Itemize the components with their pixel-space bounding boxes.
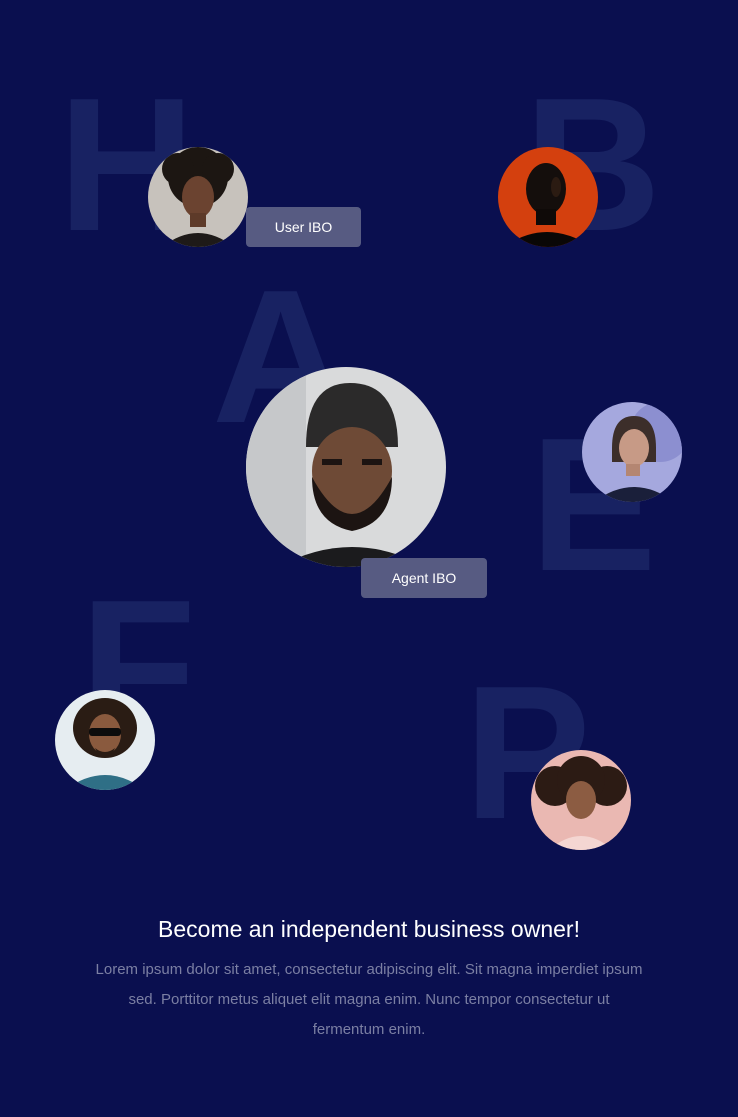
avatar-person-orange[interactable]: [498, 147, 598, 247]
avatar-user-ibo[interactable]: [148, 147, 248, 247]
headline: Become an independent business owner!: [158, 916, 580, 942]
avatar-person-sunglasses[interactable]: [55, 690, 155, 790]
agent-ibo-tag[interactable]: Agent IBO: [361, 558, 487, 598]
user-ibo-tag[interactable]: User IBO: [246, 207, 361, 247]
avatar-agent-ibo[interactable]: [246, 367, 446, 567]
avatar-person-woman-right[interactable]: [582, 402, 682, 502]
description-text: Lorem ipsum dolor sit amet, consectetur …: [95, 961, 643, 1038]
avatar-person-woman-pink[interactable]: [531, 750, 631, 850]
